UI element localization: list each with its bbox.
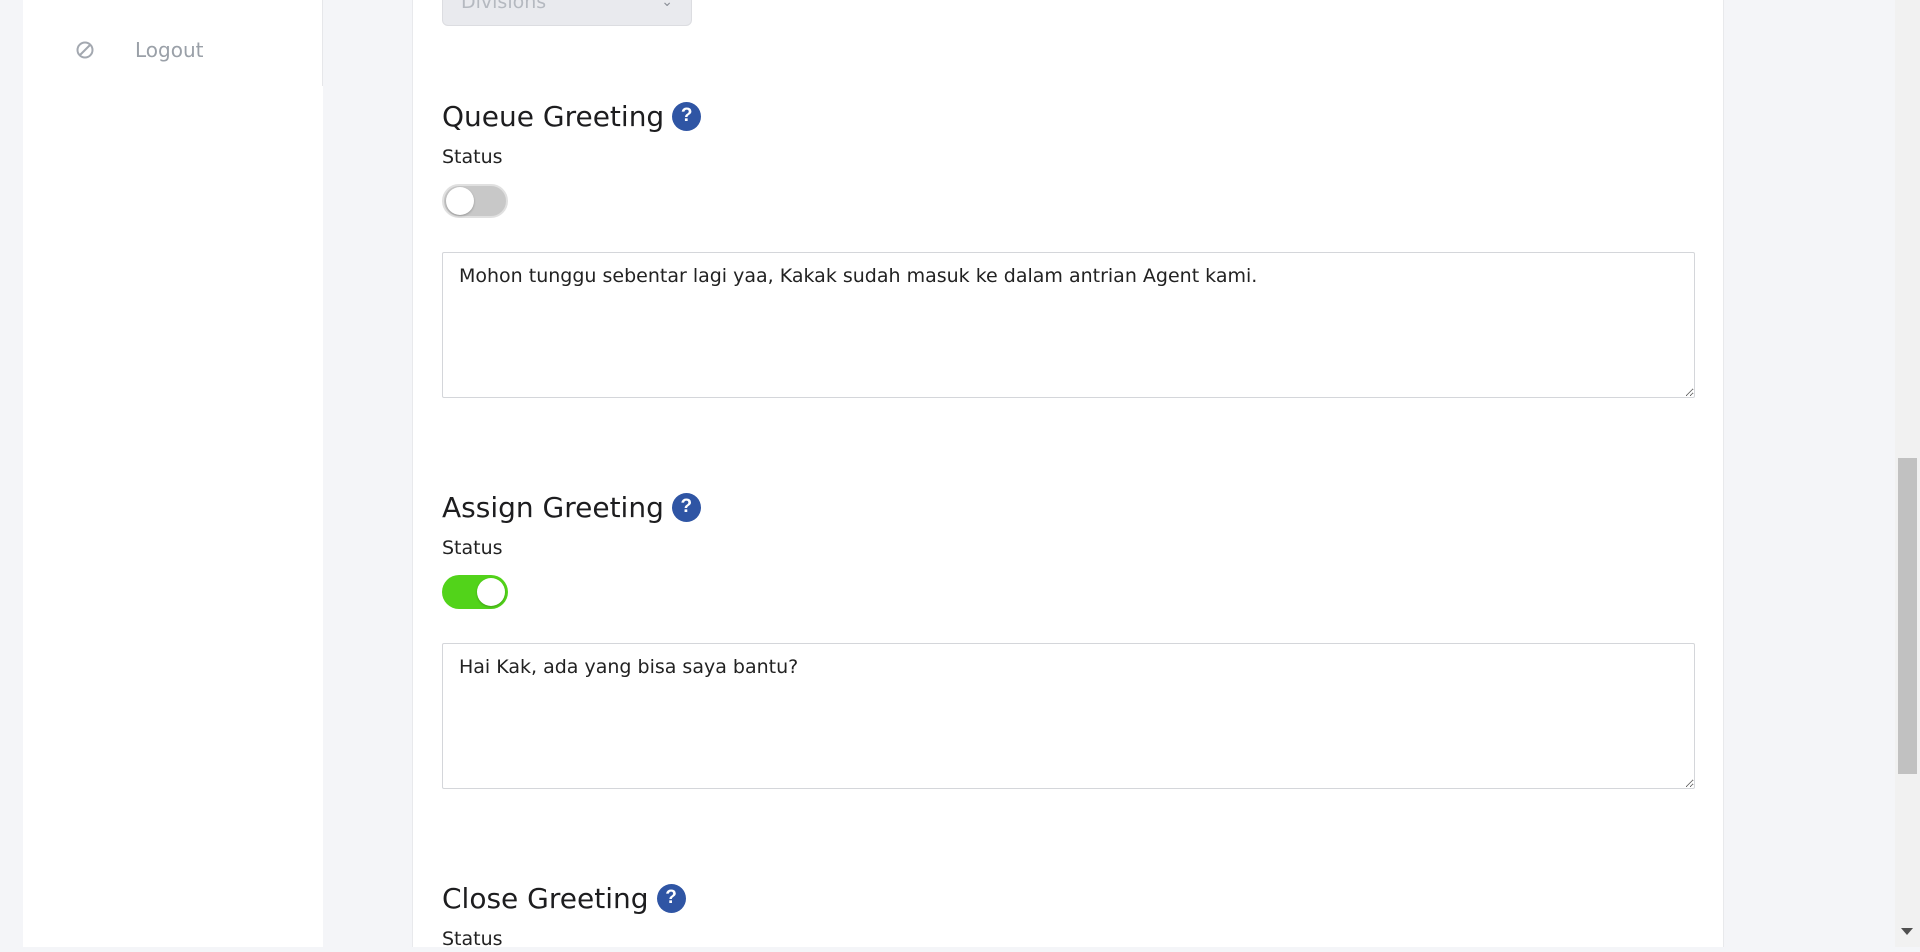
close-greeting-title: Close Greeting: [442, 881, 649, 915]
scroll-down-arrow-icon[interactable]: [1901, 928, 1913, 935]
chevron-down-icon: ⌄: [661, 0, 673, 10]
assign-greeting-help-icon[interactable]: ?: [671, 492, 701, 522]
queue-greeting-message-textarea[interactable]: [442, 252, 1695, 398]
queue-greeting-status-toggle[interactable]: [442, 184, 508, 218]
page-scrollbar[interactable]: [1895, 0, 1920, 947]
queue-greeting-section: Queue Greeting ? Status: [442, 96, 1695, 398]
divisions-select[interactable]: Divisions ⌄: [442, 0, 692, 26]
assign-greeting-header: Assign Greeting ?: [442, 487, 1695, 527]
toggle-knob: [477, 578, 505, 606]
queue-greeting-title: Queue Greeting: [442, 99, 665, 133]
close-greeting-help-icon[interactable]: ?: [656, 883, 686, 913]
assign-greeting-title: Assign Greeting: [442, 490, 664, 524]
sidebar-divider: [322, 0, 323, 86]
logout-menu-item[interactable]: Logout: [75, 30, 203, 70]
divisions-select-label: Divisions: [461, 0, 547, 13]
scrollbar-thumb[interactable]: [1898, 458, 1917, 774]
assign-greeting-section: Assign Greeting ? Status: [442, 487, 1695, 789]
logout-label: Logout: [135, 38, 204, 62]
toggle-knob: [446, 187, 474, 215]
queue-greeting-status-label: Status: [442, 146, 503, 168]
assign-greeting-message-textarea[interactable]: [442, 643, 1695, 789]
close-greeting-header: Close Greeting ?: [442, 878, 1695, 918]
sidebar: Logout: [23, 0, 323, 947]
queue-greeting-help-icon[interactable]: ?: [672, 101, 702, 131]
assign-greeting-status-toggle[interactable]: [442, 575, 508, 609]
ban-icon: [76, 41, 94, 59]
close-greeting-status-label: Status: [442, 928, 503, 950]
queue-greeting-header: Queue Greeting ?: [442, 96, 1695, 136]
assign-greeting-status-label: Status: [442, 537, 503, 559]
close-greeting-section: Close Greeting ? Status: [442, 878, 1695, 952]
